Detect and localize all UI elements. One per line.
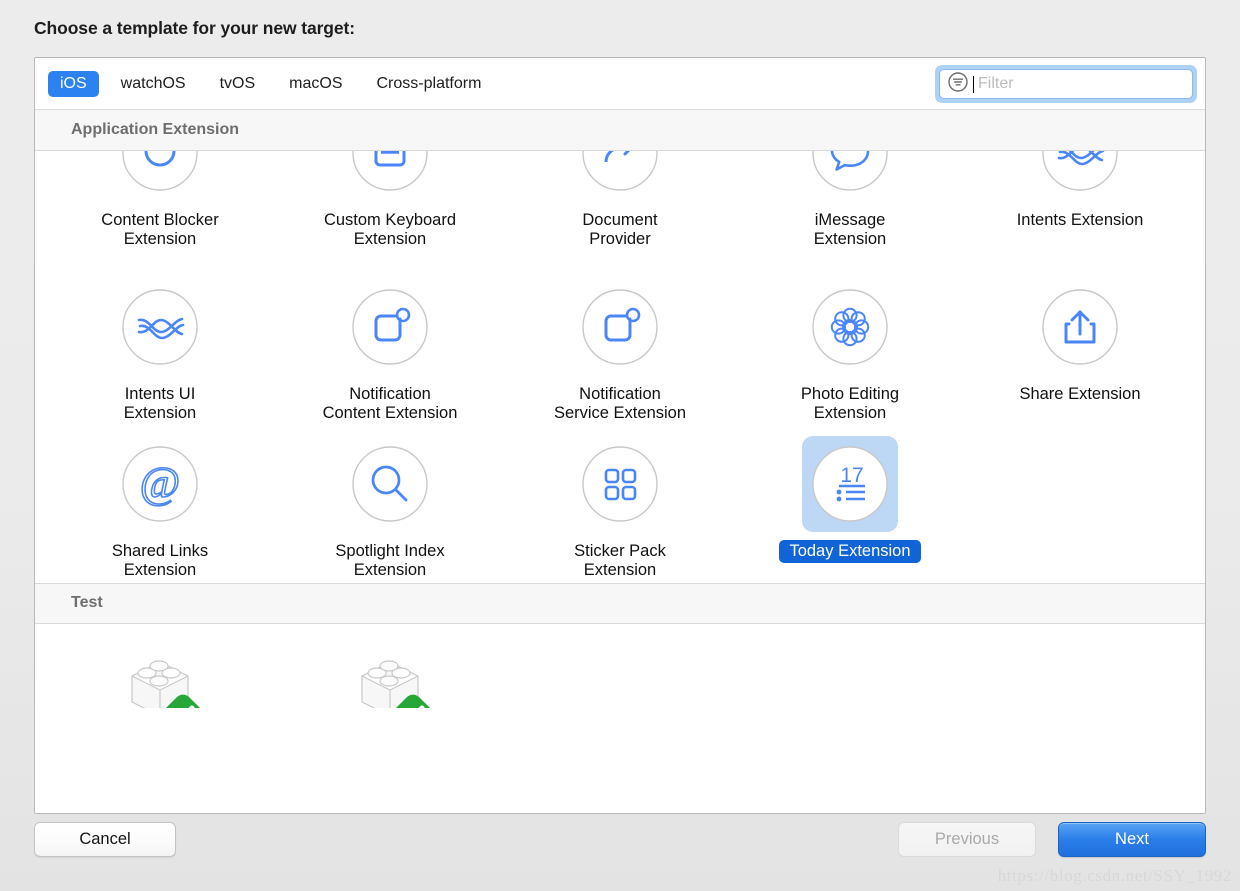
icon-ring: [812, 289, 888, 365]
template-tile-document-provider[interactable]: Document Provider: [505, 151, 735, 252]
template-tile-label: Spotlight Index Extension: [335, 541, 445, 580]
empty-icon-slot: [802, 638, 898, 708]
template-chooser-panel: iOS watchOS tvOS macOS Cross-platform Filter…: [34, 57, 1206, 814]
watermark-text: https://blog.csdn.net/SSY_1992: [997, 866, 1232, 885]
cancel-button[interactable]: Cancel: [34, 822, 176, 857]
template-tile-test-bundle-icon[interactable]: [275, 628, 505, 708]
template-tile-empty: [505, 628, 735, 708]
template-tile-label: Custom Keyboard Extension: [323, 211, 457, 249]
template-tile-today-extension[interactable]: 17 Today Extension: [735, 426, 965, 583]
template-tile-label: Content Blocker Extension: [101, 211, 219, 249]
imessage-icon: [802, 151, 898, 201]
icon-ring: [352, 446, 428, 522]
template-tile-notification-content-extension[interactable]: Notification Content Extension: [275, 269, 505, 426]
page-title: Choose a template for your new target:: [34, 18, 355, 38]
template-tile-empty: [735, 628, 965, 708]
icon-ring: [122, 289, 198, 365]
icon-ring: [582, 289, 658, 365]
next-button[interactable]: Next: [1058, 822, 1206, 857]
icon-ring: [582, 446, 658, 522]
tab-macos[interactable]: macOS: [277, 71, 354, 97]
template-tile-empty: [965, 628, 1195, 708]
previous-button[interactable]: Previous: [898, 822, 1036, 857]
document-provider-icon: [572, 151, 668, 201]
icon-ring: [352, 289, 428, 365]
template-tile-photo-editing-extension[interactable]: Photo Editing Extension: [735, 269, 965, 426]
svg-text:17: 17: [840, 464, 863, 487]
template-tile-label: Notification Service Extension: [553, 385, 687, 423]
sticker-pack-icon: [572, 436, 668, 532]
template-tile-label: Intents Extension: [1016, 211, 1144, 229]
notification-service-icon: [572, 279, 668, 375]
clipped-template-row: Content Blocker Extension Custom Keyboard E…: [35, 151, 1205, 269]
icon-ring: [1042, 151, 1118, 191]
template-tile-label: Notification Content Extension: [322, 385, 458, 423]
photo-editing-icon: [802, 279, 898, 375]
template-tile-notification-service-extension[interactable]: Notification Service Extension: [505, 269, 735, 426]
platform-tab-bar: iOS watchOS tvOS macOS Cross-platform: [48, 70, 503, 97]
icon-ring: [1042, 289, 1118, 365]
template-tile-intents-extension[interactable]: Intents Extension: [965, 151, 1195, 252]
icon-ring: 17: [812, 446, 888, 522]
template-grid-row: Intents UI Extension Notification Content E…: [35, 269, 1205, 426]
tab-tvos[interactable]: tvOS: [208, 71, 268, 97]
template-tile-custom-keyboard-extension[interactable]: Custom Keyboard Extension: [275, 151, 505, 252]
tab-cross-platform[interactable]: Cross-platform: [365, 71, 494, 97]
empty-icon-slot: [572, 638, 668, 708]
icon-ring: [352, 151, 428, 191]
template-tile-label: Photo Editing Extension: [800, 385, 900, 423]
empty-icon-slot: [1032, 436, 1128, 532]
svg-text:@: @: [140, 458, 181, 507]
template-grid-row: [45, 628, 1195, 708]
content-blocker-icon: [112, 151, 208, 201]
template-grid-row: @ Shared Links Extension Spotlight Index Ext…: [35, 426, 1205, 583]
notification-content-icon: [342, 279, 438, 375]
section-header-test: Test: [35, 582, 1205, 624]
text-caret: [973, 75, 974, 93]
custom-keyboard-icon: [342, 151, 438, 201]
template-tile-label: Document Provider: [582, 211, 658, 249]
icon-ring: [122, 151, 198, 191]
dialog-footer: Cancel Previous Next https://blog.csdn.n…: [0, 814, 1240, 891]
template-tile-label: Share Extension: [1019, 385, 1141, 403]
intents-icon: [1032, 151, 1128, 201]
template-tile-content-blocker-extension[interactable]: Content Blocker Extension: [45, 151, 275, 252]
template-tile-spotlight-index-extension[interactable]: Spotlight Index Extension: [275, 426, 505, 583]
template-tile-label: iMessage Extension: [813, 211, 887, 249]
spotlight-index-icon: [342, 436, 438, 532]
tab-ios[interactable]: iOS: [48, 70, 99, 97]
template-tile-imessage-extension[interactable]: iMessage Extension: [735, 151, 965, 252]
shared-links-icon: @: [112, 436, 208, 532]
icon-ring: [582, 151, 658, 191]
today-extension-icon: 17: [802, 435, 898, 532]
search-input[interactable]: Filter: [939, 69, 1193, 99]
template-tile-share-extension[interactable]: Share Extension: [965, 269, 1195, 426]
template-tile-label: Intents UI Extension: [123, 385, 197, 423]
template-tile-label: Today Extension: [779, 539, 921, 564]
section-header-application-extension: Application Extension: [35, 110, 1205, 151]
template-tile-test-bundle-icon[interactable]: [45, 628, 275, 708]
icon-ring: [812, 151, 888, 191]
template-tile-shared-links-extension[interactable]: @ Shared Links Extension: [45, 426, 275, 583]
clipped-template-row: [35, 624, 1205, 708]
template-scroll-area[interactable]: Application Extension Content Blocker Exte…: [35, 110, 1205, 813]
filter-icon: [947, 71, 969, 98]
search-placeholder: Filter: [978, 75, 1014, 92]
filter-focus-ring: Filter: [935, 65, 1197, 103]
template-tile-label: Sticker Pack Extension: [574, 541, 666, 580]
intents-ui-icon: [112, 279, 208, 375]
panel-toolbar: iOS watchOS tvOS macOS Cross-platform Filter: [35, 58, 1205, 110]
test-bundle-icon: [112, 638, 208, 708]
template-tile-label: Shared Links Extension: [111, 541, 209, 580]
empty-icon-slot: [1032, 638, 1128, 708]
test-bundle-icon: [342, 638, 438, 708]
template-tile-empty: [965, 426, 1195, 583]
share-icon: [1032, 279, 1128, 375]
template-tile-intents-ui-extension[interactable]: Intents UI Extension: [45, 269, 275, 426]
tab-watchos[interactable]: watchOS: [109, 71, 198, 97]
template-grid-row: Content Blocker Extension Custom Keyboard E…: [45, 151, 1195, 252]
icon-ring: @: [122, 446, 198, 522]
template-tile-sticker-pack-extension[interactable]: Sticker Pack Extension: [505, 426, 735, 583]
